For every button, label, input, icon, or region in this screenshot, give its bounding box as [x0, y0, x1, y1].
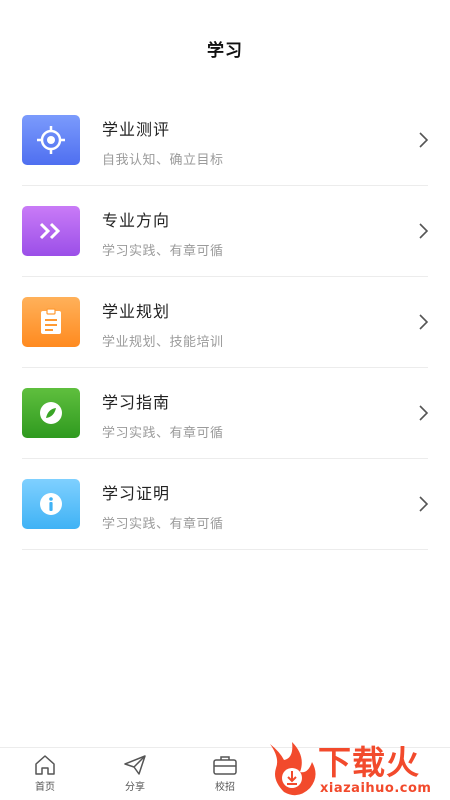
- menu-item-assessment[interactable]: 学业测评 自我认知、确立目标: [22, 95, 429, 186]
- compass-icon: [40, 402, 62, 424]
- menu-item-subtitle: 学习实践、有章可循: [102, 244, 224, 259]
- watermark-domain: xiazaihuo.com: [320, 781, 432, 796]
- menu-item-title: 专业方向: [102, 211, 171, 230]
- chevron-right-icon: [419, 132, 429, 148]
- menu-item-subtitle: 学习实践、有章可循: [102, 517, 224, 532]
- paper-plane-icon: [124, 755, 146, 775]
- tab-share[interactable]: 分享: [110, 754, 160, 798]
- chevron-right-icon: [419, 405, 429, 421]
- menu-item-title: 学习证明: [102, 484, 171, 503]
- chevron-right-icon: [419, 223, 429, 239]
- target-icon: [37, 126, 65, 154]
- header: 学习: [0, 0, 450, 95]
- menu-item-title: 学习指南: [102, 393, 171, 412]
- menu-list: 学业测评 自我认知、确立目标 专业方向 学习实践、有章可循 学业规划 学业规划、…: [22, 95, 429, 550]
- tab-label: 校招: [215, 782, 235, 793]
- home-icon: [35, 755, 55, 775]
- screen: 学习 学业测评 自我认知、确立目标 专业方向 学习实践、有章可循 学业规划 学业…: [0, 0, 450, 800]
- menu-item-study-guide[interactable]: 学习指南 学习实践、有章可循: [22, 368, 429, 459]
- watermark: 下载火 xiazaihuo.com: [262, 738, 450, 800]
- clipboard-icon: [41, 308, 61, 334]
- menu-item-title: 学业规划: [102, 302, 171, 321]
- menu-item-study-plan[interactable]: 学业规划 学业规划、技能培训: [22, 277, 429, 368]
- menu-item-major-direction[interactable]: 专业方向 学习实践、有章可循: [22, 186, 429, 277]
- chevron-right-icon: [419, 496, 429, 512]
- tab-home[interactable]: 首页: [20, 754, 70, 798]
- menu-item-study-certificate[interactable]: 学习证明 学习实践、有章可循: [22, 459, 429, 550]
- assessment-icon-tile: [22, 115, 80, 165]
- info-icon: [40, 493, 62, 515]
- tab-label: 分享: [125, 782, 145, 793]
- chevron-right-icon: [419, 314, 429, 330]
- flame-logo-icon: [270, 742, 316, 796]
- menu-item-title: 学业测评: [102, 120, 171, 139]
- study-certificate-icon-tile: [22, 479, 80, 529]
- menu-item-subtitle: 自我认知、确立目标: [102, 153, 224, 168]
- study-plan-icon-tile: [22, 297, 80, 347]
- tab-campus-recruit[interactable]: 校招: [200, 754, 250, 798]
- menu-item-subtitle: 学业规划、技能培训: [102, 335, 224, 350]
- major-direction-icon-tile: [22, 206, 80, 256]
- briefcase-icon: [213, 756, 237, 775]
- watermark-brand: 下载火: [318, 743, 420, 782]
- study-guide-icon-tile: [22, 388, 80, 438]
- tab-label: 首页: [35, 782, 55, 793]
- page-title: 学习: [207, 41, 243, 61]
- double-chevron-icon: [39, 222, 61, 240]
- menu-item-subtitle: 学习实践、有章可循: [102, 426, 224, 441]
